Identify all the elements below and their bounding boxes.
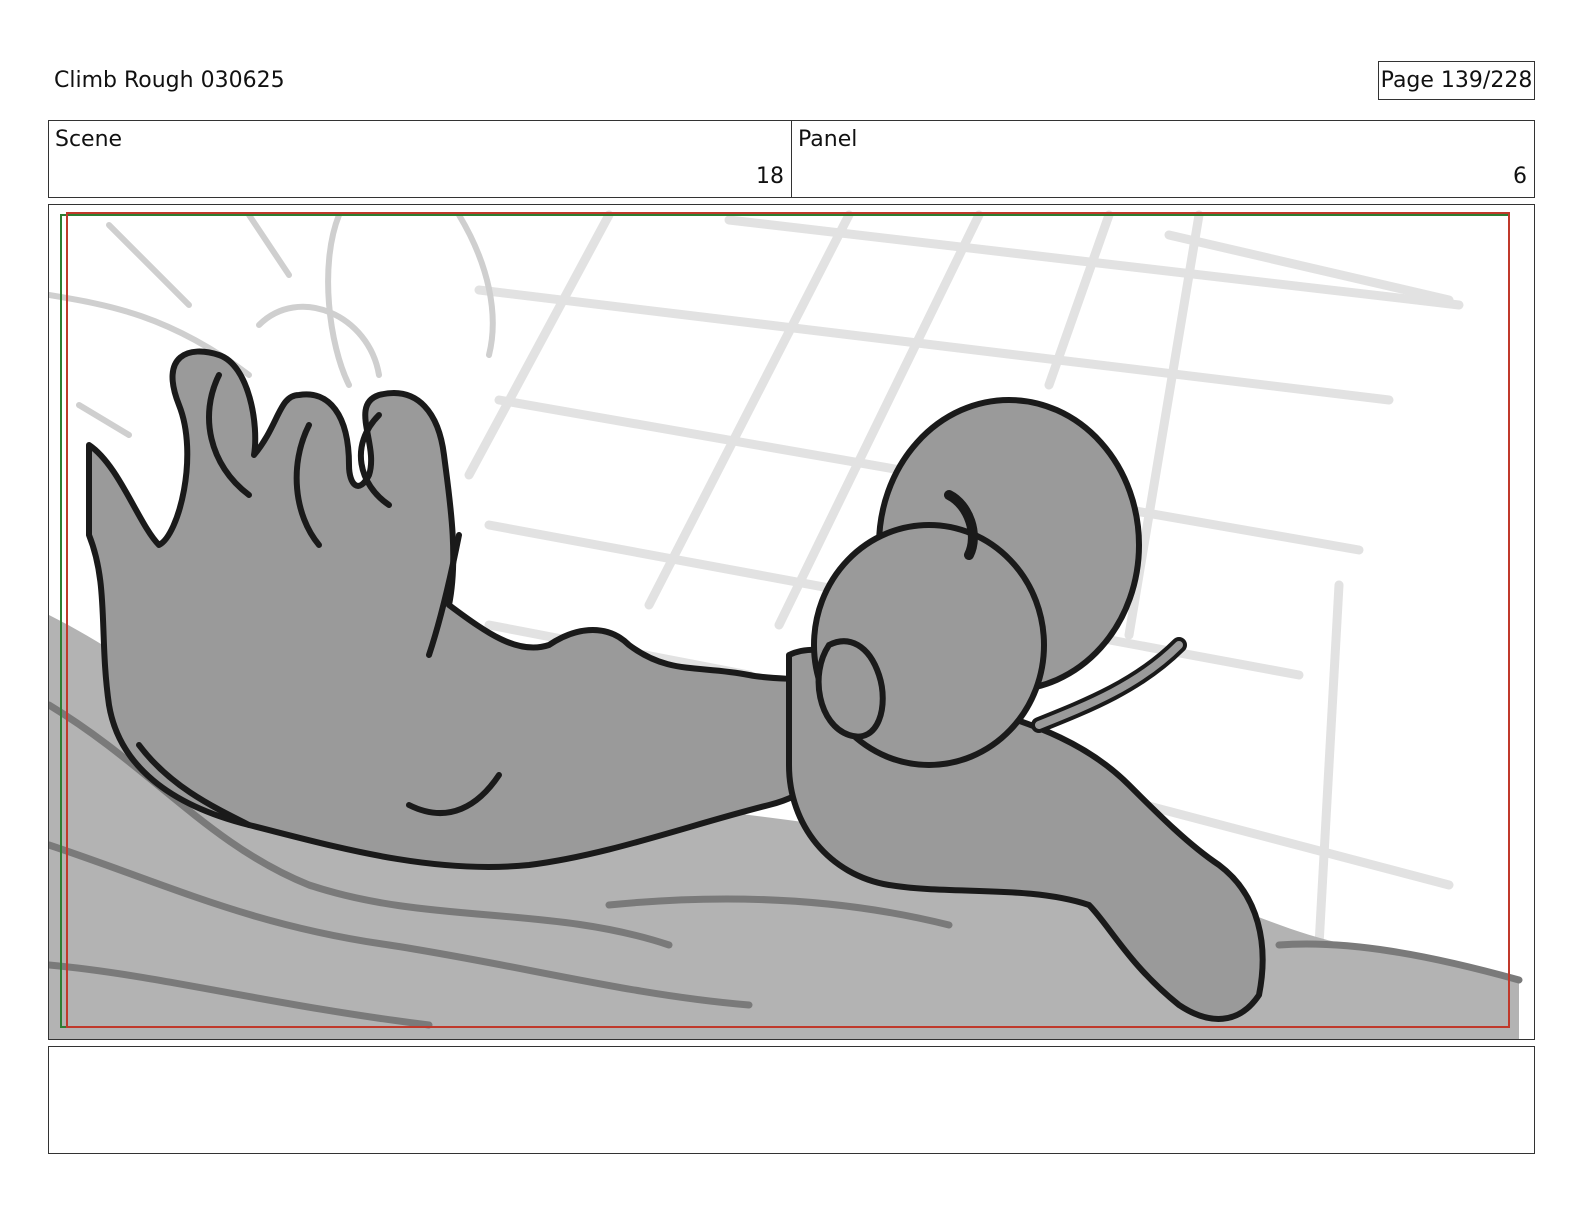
page-number-box: Page 139/228: [1378, 61, 1535, 100]
document-title: Climb Rough 030625: [54, 68, 285, 93]
panel-number: 6: [1513, 164, 1527, 189]
storyboard-sketch-image: [49, 205, 1534, 1039]
page-number: Page 139/228: [1380, 68, 1533, 93]
scene-cell: Scene 18: [49, 121, 791, 197]
scene-panel-info: Scene 18 Panel 6: [48, 120, 1535, 198]
storyboard-panel: [48, 204, 1535, 1040]
scene-label: Scene: [55, 127, 123, 152]
panel-label: Panel: [798, 127, 858, 152]
notes-box: [48, 1046, 1535, 1154]
scene-number: 18: [756, 164, 784, 189]
panel-cell: Panel 6: [791, 121, 1534, 197]
